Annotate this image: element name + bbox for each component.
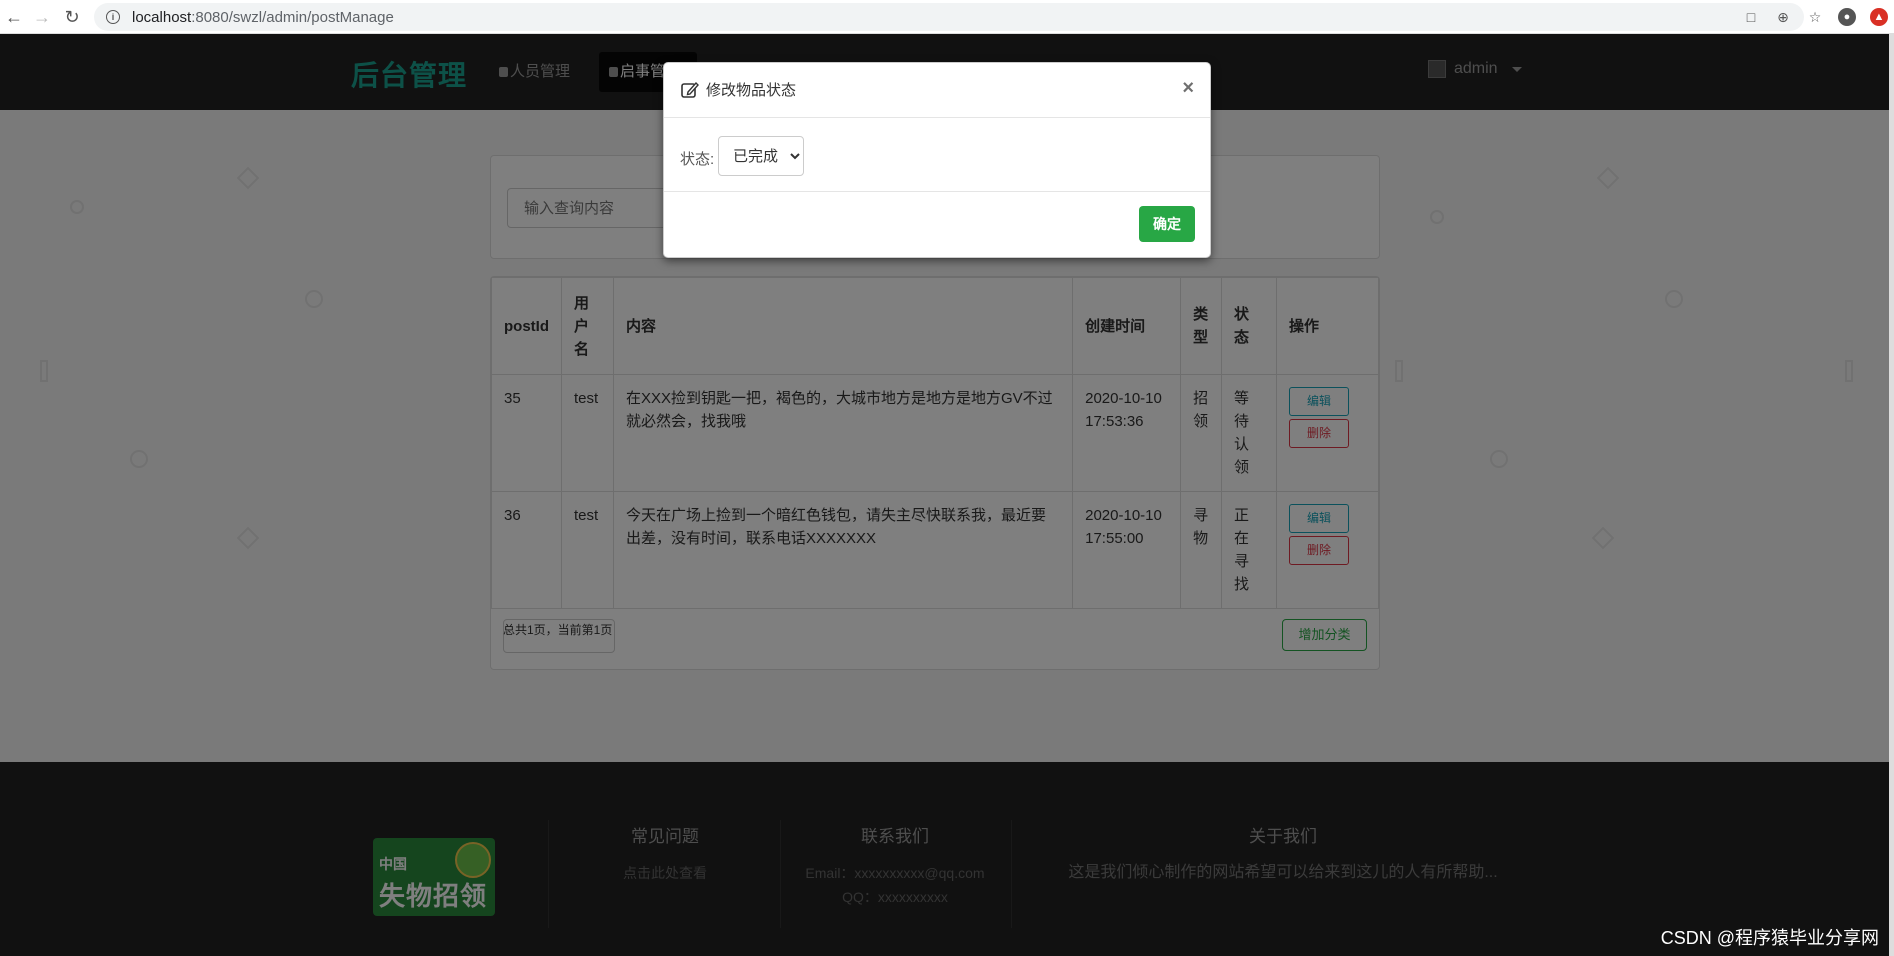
browser-toolbar: ← → ↻ i localhost:8080/swzl/admin/postMa…	[0, 0, 1894, 34]
modal-title-text: 修改物品状态	[706, 82, 797, 99]
edit-icon	[681, 81, 699, 98]
url-text: localhost:8080/swzl/admin/postManage	[132, 8, 394, 26]
extension-icon[interactable]: ▲	[1870, 8, 1888, 26]
page: 后台管理 人员管理 启事管 admin postId 用户名 内容 创建时间 类…	[0, 34, 1889, 956]
modal-body: 状态: 已完成	[664, 119, 1210, 192]
translate-icon[interactable]: □	[1742, 8, 1760, 26]
info-icon[interactable]: i	[106, 10, 120, 24]
forward-icon[interactable]: →	[28, 3, 56, 31]
confirm-button[interactable]: 确定	[1139, 206, 1195, 242]
status-select[interactable]: 已完成	[718, 136, 804, 176]
profile-icon[interactable]: ●	[1838, 8, 1856, 26]
scrollbar[interactable]	[1889, 34, 1894, 956]
browser-actions: □ ⊕ ☆ ● ▲	[1742, 3, 1894, 31]
watermark: CSDN @程序猿毕业分享网	[1660, 928, 1879, 948]
close-icon[interactable]: ×	[1182, 78, 1194, 98]
edit-status-modal: 修改物品状态 × 状态: 已完成 确定	[663, 62, 1211, 258]
back-icon[interactable]: ←	[0, 3, 28, 31]
zoom-icon[interactable]: ⊕	[1774, 8, 1792, 26]
reload-icon[interactable]: ↻	[58, 3, 86, 31]
modal-header: 修改物品状态 ×	[664, 63, 1210, 118]
star-icon[interactable]: ☆	[1806, 8, 1824, 26]
status-label: 状态:	[680, 151, 715, 168]
address-bar[interactable]: i localhost:8080/swzl/admin/postManage	[94, 3, 1804, 31]
modal-title: 修改物品状态	[680, 79, 796, 100]
